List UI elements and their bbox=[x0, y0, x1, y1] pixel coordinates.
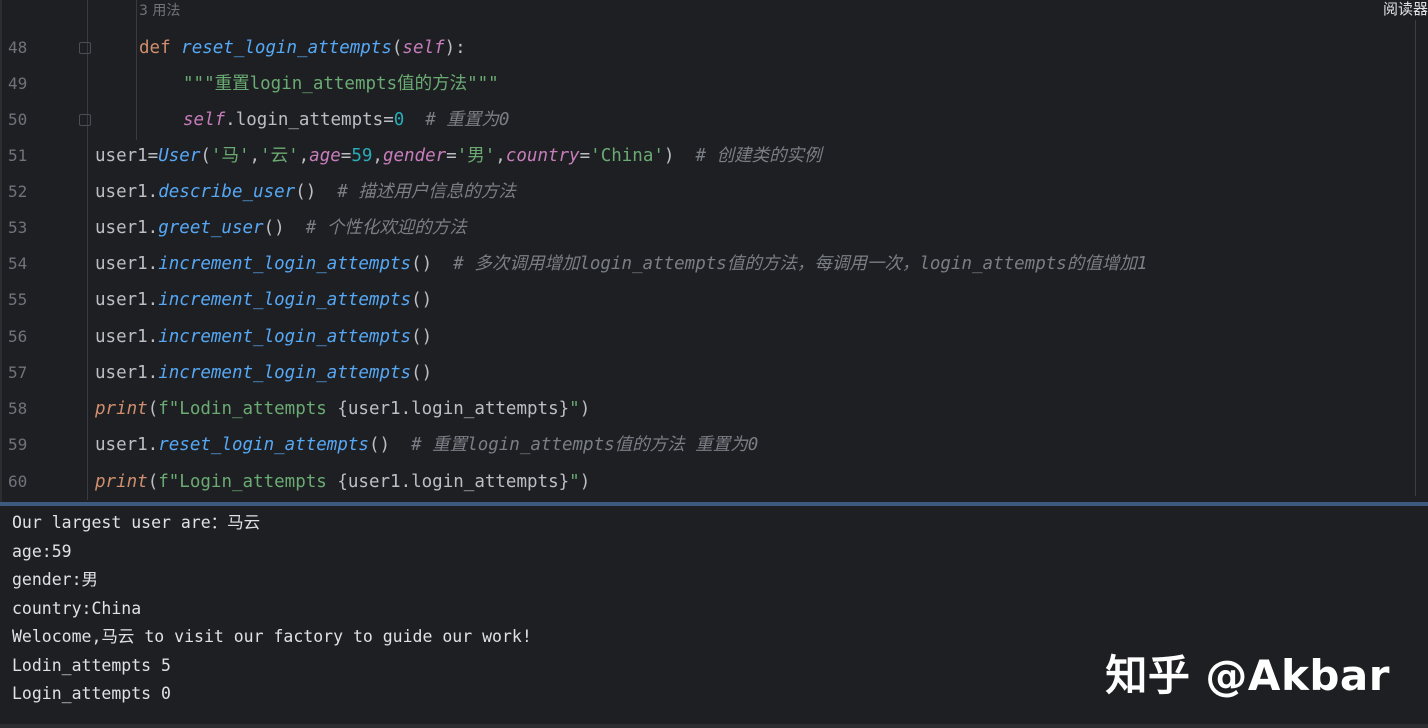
code-text: user1=User('马','云',age=59,gender='男',cou… bbox=[95, 146, 822, 166]
line-number: 56 bbox=[8, 327, 28, 346]
fold-icon[interactable] bbox=[79, 42, 91, 54]
line-number: 48 bbox=[8, 38, 28, 57]
console-line: Our largest user are：马云 bbox=[12, 513, 261, 532]
code-line-53[interactable]: 53 user1.greet_user() # 个性化欢迎的方法 bbox=[0, 210, 1428, 246]
code-line-48[interactable]: 48 def reset_login_attempts(self): bbox=[0, 30, 1428, 66]
code-text: user1.increment_login_attempts() # 多次调用增… bbox=[95, 254, 1148, 274]
code-line-59[interactable]: 59 user1.reset_login_attempts() # 重置logi… bbox=[0, 427, 1428, 463]
watermark: 知乎 @Akbar bbox=[1105, 651, 1390, 700]
line-number: 51 bbox=[8, 146, 28, 165]
line-number: 52 bbox=[8, 182, 28, 201]
code-line-55[interactable]: 55 user1.increment_login_attempts() bbox=[0, 282, 1428, 318]
code-line-56[interactable]: 56 user1.increment_login_attempts() bbox=[0, 319, 1428, 355]
usage-hint[interactable]: 3 用法 bbox=[139, 0, 180, 22]
code-text: user1.describe_user() # 描述用户信息的方法 bbox=[95, 182, 516, 202]
fold-end-icon[interactable] bbox=[79, 114, 91, 126]
code-line-52[interactable]: 52 user1.describe_user() # 描述用户信息的方法 bbox=[0, 174, 1428, 210]
code-text: self.login_attempts=0 # 重置为0 bbox=[183, 110, 510, 130]
code-line-51[interactable]: 51 user1=User('马','云',age=59,gender='男',… bbox=[0, 138, 1428, 174]
line-number: 55 bbox=[8, 290, 28, 309]
line-number: 53 bbox=[8, 218, 28, 237]
line-number: 60 bbox=[8, 472, 28, 491]
code-text: print(f"Login_attempts {user1.login_atte… bbox=[95, 472, 591, 492]
line-number: 49 bbox=[8, 74, 28, 93]
line-number: 57 bbox=[8, 363, 28, 382]
code-text: user1.greet_user() # 个性化欢迎的方法 bbox=[95, 218, 467, 238]
reader-mode-button[interactable]: 阅读器 bbox=[1383, 0, 1428, 18]
code-line-57[interactable]: 57 user1.increment_login_attempts() bbox=[0, 355, 1428, 391]
status-bar-edge bbox=[0, 724, 1428, 728]
code-text: user1.increment_login_attempts() bbox=[95, 290, 433, 310]
code-line-54[interactable]: 54 user1.increment_login_attempts() # 多次… bbox=[0, 246, 1428, 282]
code-line-49[interactable]: 49 """重置login_attempts值的方法""" bbox=[0, 66, 1428, 102]
code-editor[interactable]: 3 用法 阅读器 48 def reset_login_attempts(sel… bbox=[0, 0, 1428, 502]
line-number: 59 bbox=[8, 435, 28, 454]
console-line: Welocome,马云 to visit our factory to guid… bbox=[12, 627, 532, 646]
code-text: user1.increment_login_attempts() bbox=[95, 327, 433, 347]
code-line-58[interactable]: 58 print(f"Lodin_attempts {user1.login_a… bbox=[0, 391, 1428, 427]
console-line: gender:男 bbox=[12, 570, 99, 589]
code-text: """重置login_attempts值的方法""" bbox=[183, 74, 499, 94]
line-number: 58 bbox=[8, 399, 28, 418]
code-line-60[interactable]: 60 print(f"Login_attempts {user1.login_a… bbox=[0, 464, 1428, 500]
code-text: user1.reset_login_attempts() # 重置login_a… bbox=[95, 435, 759, 455]
console-line: age:59 bbox=[12, 542, 72, 561]
code-text: def reset_login_attempts(self): bbox=[139, 38, 466, 58]
line-number: 54 bbox=[8, 254, 28, 273]
console-line: country:China bbox=[12, 599, 142, 618]
code-line-50[interactable]: 50 self.login_attempts=0 # 重置为0 bbox=[0, 102, 1428, 138]
code-text: user1.increment_login_attempts() bbox=[95, 363, 433, 383]
code-text: print(f"Lodin_attempts {user1.login_atte… bbox=[95, 399, 591, 419]
console-line: Login_attempts 0 bbox=[12, 684, 171, 703]
line-number: 50 bbox=[8, 110, 28, 129]
console-line: Lodin_attempts 5 bbox=[12, 656, 171, 675]
